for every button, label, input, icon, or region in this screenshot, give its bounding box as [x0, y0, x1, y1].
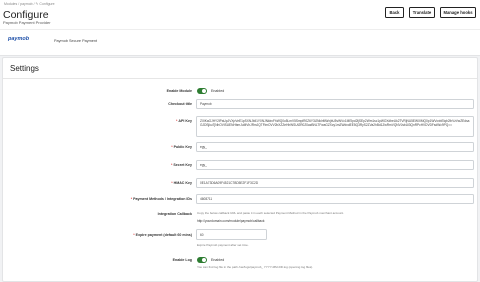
expire-payment-label-text: Expire payment (default 60 mins) — [135, 233, 192, 237]
required-marker: * — [171, 145, 173, 149]
settings-panel: Settings Enable Module Enabled Checkout … — [2, 57, 478, 282]
hmac-key-label: *HMAC Key — [171, 181, 192, 185]
checkout-title-input[interactable]: Paymob — [196, 99, 474, 109]
api-key-textarea[interactable]: ZXlKaGJHY2lPaUpJVXpVeE1pSXNJblI1Y0NJNklr… — [196, 116, 474, 137]
hmac-key-input[interactable]: 0E1A73D6A09F4521C7BD5E2F1F3C2D — [196, 178, 474, 188]
page-subtitle: Paymob Payment Provider — [3, 20, 51, 25]
api-key-label: *API Key — [176, 119, 192, 123]
integration-callback-label: Integration Callback — [157, 212, 192, 216]
expire-payment-help: Expire Paymob payment after set time. — [197, 243, 249, 247]
enable-module-toggle[interactable] — [197, 88, 207, 94]
integration-callback-url[interactable]: http://yourdomain.com/module/paymob/call… — [197, 219, 265, 223]
required-marker: * — [171, 181, 173, 185]
module-name: Paymob Secure Payment — [54, 39, 98, 43]
api-key-label-text: API Key — [178, 119, 192, 123]
public-key-input[interactable]: egy_ — [196, 142, 474, 152]
settings-title: Settings — [10, 64, 39, 73]
enable-log-help: You can find log file in the path /var/l… — [197, 265, 314, 269]
public-key-label: *Public Key — [171, 145, 192, 149]
expire-payment-input[interactable]: 60 — [196, 229, 267, 240]
hmac-key-label-text: HMAC Key — [173, 181, 192, 185]
required-marker: * — [130, 197, 133, 201]
payment-methods-label: *Payment Methods / Integration IDs — [131, 197, 192, 201]
enable-log-state: Enabled — [211, 258, 225, 262]
breadcrumb[interactable]: Modules / paymob / ✎ Configure — [4, 2, 55, 6]
translate-button[interactable]: Translate — [409, 7, 435, 18]
paymob-logo: paymob — [8, 36, 30, 42]
divider — [3, 78, 477, 79]
payment-methods-input[interactable]: 4608711 — [196, 194, 474, 204]
integration-callback-help: Copy the below callback URL and paste it… — [197, 211, 344, 215]
payment-methods-label-text: Payment Methods / Integration IDs — [133, 197, 192, 201]
expire-payment-label: *Expire payment (default 60 mins) — [133, 233, 192, 237]
back-button[interactable]: Back — [385, 7, 404, 18]
secret-key-label-text: Secret Key — [173, 163, 192, 167]
enable-module-state: Enabled — [211, 89, 225, 93]
manage-hooks-button[interactable]: Manage hooks — [440, 7, 476, 18]
enable-module-label: Enable Module — [166, 89, 192, 93]
enable-log-toggle[interactable] — [197, 257, 207, 263]
secret-key-input[interactable]: egy_ — [196, 160, 474, 170]
checkout-title-label: Checkout title — [168, 102, 192, 106]
enable-log-label: Enable Log — [172, 258, 192, 262]
required-marker: * — [133, 233, 135, 237]
public-key-label-text: Public Key — [173, 145, 192, 149]
secret-key-label: *Secret Key — [171, 163, 192, 167]
module-header: paymob Paymob Secure Payment — [0, 29, 480, 50]
